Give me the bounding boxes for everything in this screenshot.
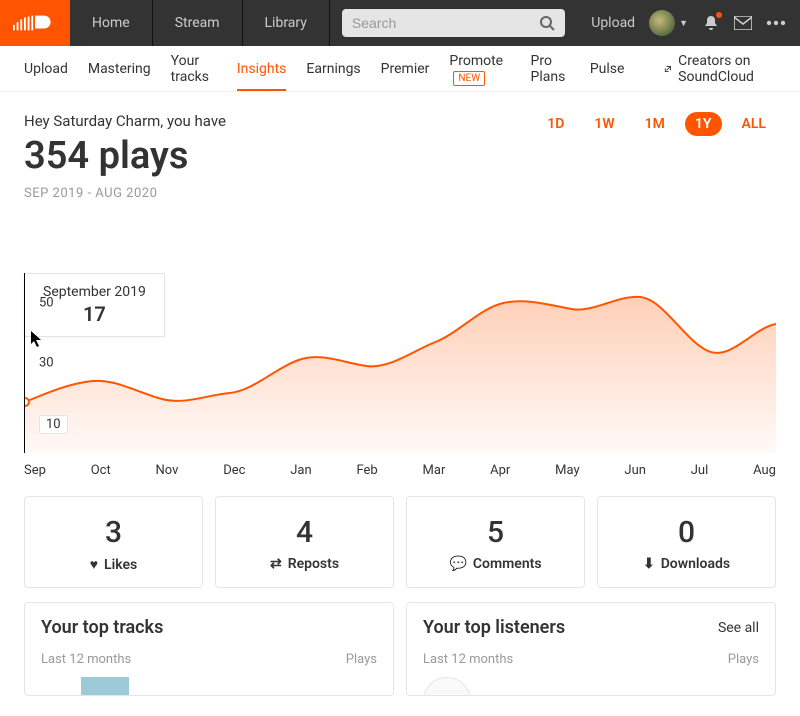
comment-icon: 💬 (449, 556, 466, 572)
xtick: Dec (223, 463, 245, 478)
content: Hey Saturday Charm, you have 354 plays S… (0, 92, 800, 716)
range-1w[interactable]: 1W (584, 112, 624, 136)
ytick-10-box: 10 (39, 415, 68, 434)
data-point-marker (25, 398, 29, 406)
top-bar: Home Stream Library Upload ▼ (0, 0, 800, 46)
stat-reposts-label: Reposts (288, 556, 339, 572)
mail-icon (734, 16, 752, 30)
listener-avatar[interactable] (423, 677, 471, 695)
subnav-pulse[interactable]: Pulse (590, 47, 625, 91)
subnav-your-tracks[interactable]: Your tracks (171, 39, 217, 99)
chart-wrap: September 2019 17 50 30 10 (24, 273, 776, 478)
xtick: Jan (290, 463, 311, 478)
subnav-premier[interactable]: Premier (381, 47, 430, 91)
x-axis: Sep Oct Nov Dec Jan Feb Mar Apr May Jun … (24, 463, 776, 478)
play-count: 354 plays (24, 134, 226, 178)
stat-reposts-num: 4 (216, 515, 393, 550)
track-thumbnail[interactable] (81, 677, 129, 695)
nav-home[interactable]: Home (70, 0, 153, 46)
range-1m[interactable]: 1M (635, 112, 675, 136)
xtick: Apr (490, 463, 510, 478)
range-1y[interactable]: 1Y (685, 112, 722, 136)
stat-comments[interactable]: 5 💬 Comments (406, 496, 585, 588)
notifications-button[interactable] (702, 14, 720, 32)
ellipsis-icon (766, 20, 786, 26)
subnav-insights[interactable]: Insights (237, 47, 287, 91)
more-button[interactable] (766, 20, 786, 26)
chevron-down-icon: ▼ (679, 18, 688, 29)
head-row: Hey Saturday Charm, you have 354 plays S… (24, 112, 776, 201)
stat-comments-label: Comments (473, 556, 542, 572)
subnav-upload[interactable]: Upload (24, 47, 68, 91)
xtick: Jul (691, 463, 709, 478)
ytick-30: 30 (39, 356, 54, 371)
bottom-row: Your top tracks Last 12 months Plays You… (24, 602, 776, 696)
top-right: Upload ▼ (577, 0, 800, 46)
see-all-link[interactable]: See all (718, 620, 759, 636)
stat-row: 3 ♥ Likes 4 ⇄ Reposts 5 💬 Comments 0 ⬇ Downl… (24, 496, 776, 588)
panel-tracks-plays-col: Plays (346, 652, 377, 667)
chart-area[interactable]: 50 30 10 (24, 273, 776, 453)
xtick: Mar (423, 463, 446, 478)
panel-tracks-period: Last 12 months (41, 652, 131, 667)
panel-listeners-plays-col: Plays (728, 652, 759, 667)
stat-downloads[interactable]: 0 ⬇ Downloads (597, 496, 776, 588)
avatar (649, 10, 675, 36)
xtick: Feb (356, 463, 377, 478)
nav-library[interactable]: Library (243, 0, 330, 46)
track-thumb-row (41, 677, 377, 695)
date-range: SEP 2019 - AUG 2020 (24, 186, 226, 201)
stat-likes-label: Likes (104, 557, 137, 573)
stat-comments-num: 5 (407, 515, 584, 550)
upload-link[interactable]: Upload (591, 15, 635, 31)
stat-reposts[interactable]: 4 ⇄ Reposts (215, 496, 394, 588)
panel-tracks-title: Your top tracks (41, 617, 163, 638)
search-icon (539, 15, 555, 31)
xtick: Oct (91, 463, 111, 478)
xtick: Nov (156, 463, 179, 478)
panel-listeners-title: Your top listeners (423, 617, 565, 638)
subnav-creators-label: Creators on SoundCloud (678, 53, 776, 85)
xtick: Aug (753, 463, 776, 478)
subnav-promote[interactable]: Promote NEW (449, 39, 510, 99)
stat-likes[interactable]: 3 ♥ Likes (24, 496, 203, 588)
listener-thumb-row (423, 677, 759, 695)
subnav-earnings[interactable]: Earnings (306, 47, 360, 91)
cursor-icon (31, 331, 43, 351)
notification-dot-icon (716, 12, 722, 18)
ytick-50: 50 (39, 296, 54, 311)
repost-icon: ⇄ (270, 556, 282, 572)
subnav-creators[interactable]: Creators on SoundCloud (664, 53, 776, 85)
plays-chart (25, 273, 776, 453)
subnav-pro-plans[interactable]: Pro Plans (531, 39, 570, 99)
panel-listeners-period: Last 12 months (423, 652, 513, 667)
panel-top-tracks: Your top tracks Last 12 months Plays (24, 602, 394, 696)
soundcloud-logo[interactable] (0, 0, 70, 46)
greeting-text: Hey Saturday Charm, you have (24, 112, 226, 130)
download-icon: ⬇ (643, 556, 655, 572)
range-1d[interactable]: 1D (537, 112, 574, 136)
panel-top-listeners: Your top listeners See all Last 12 month… (406, 602, 776, 696)
area-fill (25, 297, 776, 453)
heart-icon: ♥ (90, 556, 98, 573)
soundcloud-icon (13, 12, 57, 34)
external-link-icon (664, 63, 672, 75)
new-badge: NEW (453, 71, 485, 86)
range-all[interactable]: ALL (732, 112, 776, 136)
stat-downloads-label: Downloads (661, 556, 730, 572)
subnav-promote-label: Promote (449, 53, 503, 69)
sub-nav: Upload Mastering Your tracks Insights Ea… (0, 46, 800, 92)
range-selector: 1D 1W 1M 1Y ALL (537, 112, 776, 136)
subnav-mastering[interactable]: Mastering (88, 47, 151, 91)
xtick: Jun (624, 463, 646, 478)
xtick: Sep (24, 463, 46, 478)
search-input[interactable] (352, 15, 539, 31)
stat-downloads-num: 0 (598, 515, 775, 550)
xtick: May (555, 463, 579, 478)
search-box[interactable] (342, 9, 565, 37)
user-menu[interactable]: ▼ (649, 10, 688, 36)
stat-likes-num: 3 (25, 515, 202, 550)
messages-button[interactable] (734, 16, 752, 30)
